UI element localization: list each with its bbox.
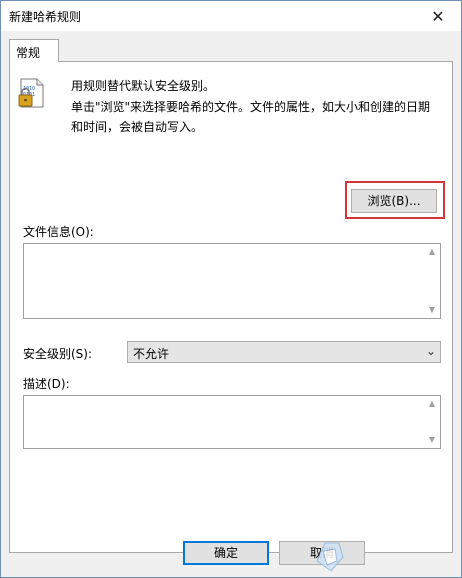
security-level-select[interactable]: 不允许 ⌄ <box>127 341 441 363</box>
file-info-label: 文件信息(O): <box>23 225 94 239</box>
scroll-up-icon[interactable]: ▲ <box>424 244 440 260</box>
dialog-body: 常规 1010 0101 用规则替代默认安全级别。 单击"浏览"来选择要哈希的文… <box>1 31 461 577</box>
security-level-label: 安全级别(S): <box>23 347 93 361</box>
dialog-title: 新建哈希规则 <box>9 10 82 24</box>
file-info-textarea[interactable]: ▲ ▼ <box>23 243 441 319</box>
rule-description-line2: 单击"浏览"来选择要哈希的文件。文件的属性，如大小和创建的日期和时间，会被自动写… <box>71 100 431 134</box>
ok-button[interactable]: 确定 <box>183 541 269 565</box>
scroll-up-icon[interactable]: ▲ <box>424 396 440 412</box>
scroll-down-icon[interactable]: ▼ <box>424 432 440 448</box>
scroll-down-icon[interactable]: ▼ <box>424 302 440 318</box>
new-hash-rule-dialog: 新建哈希规则 ✕ 常规 1010 0101 用规则替代默认安全级别。 单击"浏览… <box>0 0 462 578</box>
security-level-value: 不允许 <box>133 347 170 361</box>
description-label: 描述(D): <box>23 377 70 391</box>
file-info-scrollbar[interactable]: ▲ ▼ <box>424 244 440 318</box>
tab-general[interactable]: 常规 <box>9 39 59 62</box>
browse-button[interactable]: 浏览(B)... <box>351 189 437 213</box>
rule-description-line1: 用规则替代默认安全级别。 <box>71 79 216 93</box>
hash-rule-file-lock-icon: 1010 0101 <box>18 78 44 108</box>
chevron-down-icon: ⌄ <box>425 344 436 358</box>
description-textarea[interactable]: ▲ ▼ <box>23 395 441 449</box>
description-scrollbar[interactable]: ▲ ▼ <box>424 396 440 448</box>
close-icon[interactable]: ✕ <box>415 1 461 31</box>
title-bar: 新建哈希规则 ✕ <box>1 1 461 31</box>
cancel-button[interactable]: 取消 <box>279 541 365 565</box>
